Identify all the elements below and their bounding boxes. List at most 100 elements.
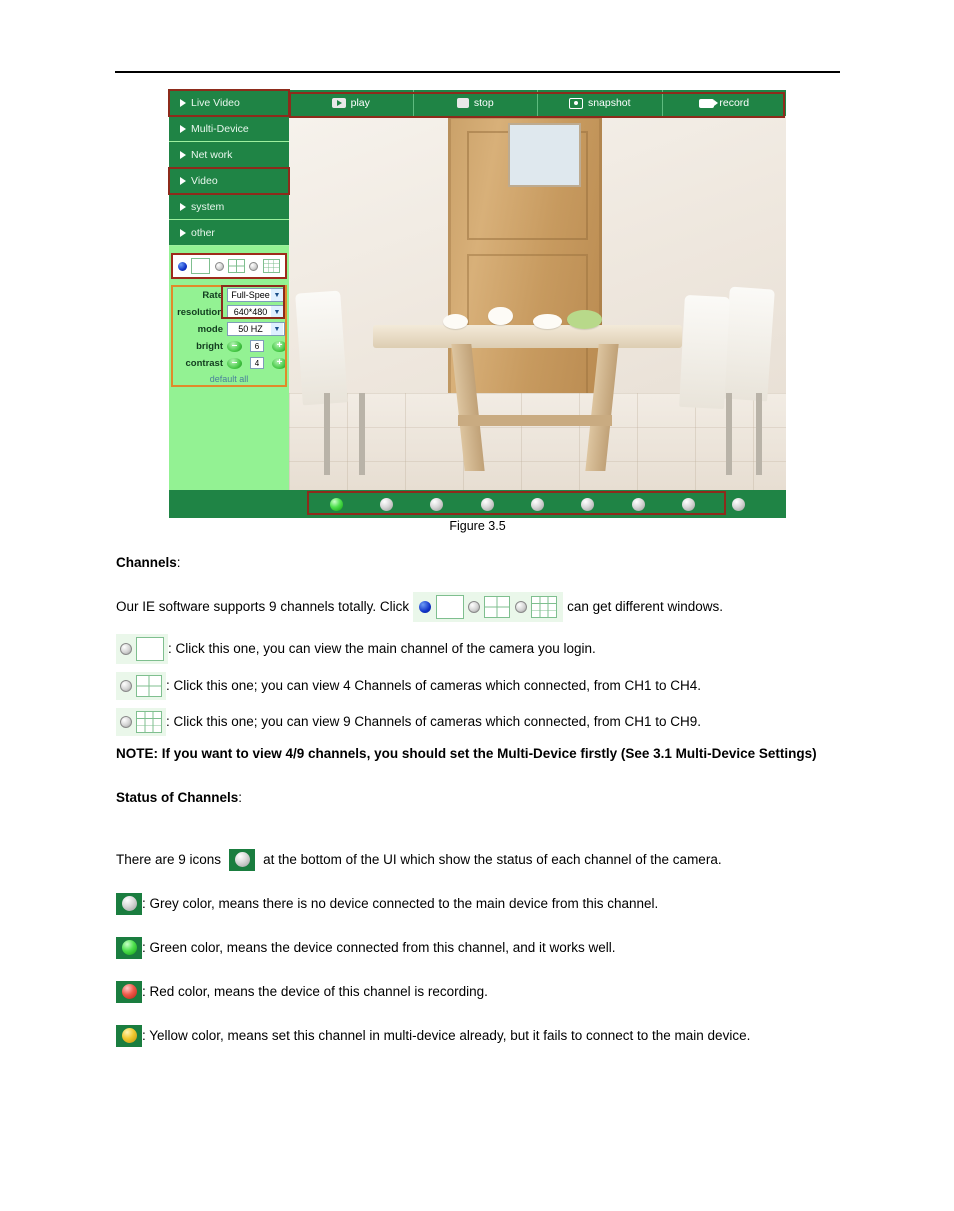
bullet-1-pane: : Click this one, you can view the main … (116, 633, 840, 664)
triangle-icon (180, 176, 186, 185)
layout-4-pane-icon[interactable] (484, 595, 511, 618)
status-intro-after: at the bottom of the UI which show the s… (263, 851, 722, 867)
video-toolbar: play stop snapshot record (289, 90, 787, 118)
bullet-4-pane: : Click this one; you can view 4 Channel… (116, 671, 840, 700)
radio-1-pane-icon[interactable] (120, 642, 132, 655)
live-video-view[interactable] (289, 116, 786, 490)
camera-icon (568, 97, 583, 109)
triangle-icon (180, 98, 186, 107)
radio-1-pane-icon[interactable] (178, 261, 188, 271)
legend-grey-text: : Grey color, means there is no device c… (142, 895, 659, 911)
chevron-down-icon[interactable]: ▼ (271, 306, 283, 318)
sidebar-item-system[interactable]: system (169, 194, 289, 220)
setting-row-contrast: contrast – 4 + (171, 355, 287, 371)
sidebar-item-multi-device[interactable]: Multi-Device (169, 116, 289, 142)
layout-1-pane-icon[interactable] (435, 594, 464, 619)
bullet-1-text: : Click this one, you can view the main … (168, 640, 596, 656)
setting-label: mode (197, 323, 223, 335)
channel-status-led-6[interactable] (581, 497, 595, 511)
heading-status-text: Status of Channels (116, 790, 239, 806)
layout-4-pane-icon[interactable] (228, 259, 246, 273)
sidebar-item-video[interactable]: Video (168, 167, 290, 195)
channel-status-led-1[interactable] (329, 497, 343, 511)
scene-door-window (507, 123, 582, 188)
radio-4-pane-icon[interactable] (214, 261, 224, 271)
channel-status-led-9[interactable] (732, 497, 746, 511)
stop-button[interactable]: stop (414, 90, 538, 116)
mode-value: 50 HZ (238, 324, 263, 334)
sidebar-item-label: Live Video (191, 96, 240, 109)
icon-chip-9-pane[interactable] (116, 707, 166, 736)
channel-status-led-5[interactable] (530, 497, 544, 511)
layout-1-pane-icon[interactable] (136, 636, 164, 661)
sidebar-item-other[interactable]: other (169, 220, 289, 246)
radio-9-pane-icon[interactable] (249, 261, 259, 271)
heading-status-of-channels: Status of Channels: (116, 791, 840, 805)
scene-tableware (443, 314, 468, 330)
radio-9-pane-icon[interactable] (514, 600, 527, 613)
rate-select[interactable]: Full-Spee ▼ (227, 288, 285, 302)
sidebar-item-live-video[interactable]: Live Video (168, 89, 290, 117)
channel-status-led-2[interactable] (379, 497, 393, 511)
channel-status-led-7[interactable] (631, 497, 645, 511)
channel-status-led-3[interactable] (430, 497, 444, 511)
led-chip-grey (116, 892, 142, 915)
chevron-down-icon[interactable]: ▼ (271, 323, 283, 335)
figure-ip-camera-ui: Live Video Multi-Device Net work Video s… (168, 89, 787, 518)
legend-green-text: : Green color, means the device connecte… (142, 939, 616, 955)
layout-9-pane-icon[interactable] (262, 259, 280, 273)
note-text: : If you want to view 4/9 channels, you … (153, 745, 817, 761)
contrast-value[interactable]: 4 (250, 357, 264, 369)
triangle-icon (180, 202, 186, 211)
channel-status-bar (169, 490, 786, 518)
bright-value[interactable]: 6 (250, 340, 264, 352)
sidebar-item-network[interactable]: Net work (169, 142, 289, 168)
bullet-9-pane: : Click this one; you can view 9 Channel… (116, 707, 840, 736)
sidebar: Live Video Multi-Device Net work Video s… (168, 89, 290, 490)
scene-tableware (487, 306, 513, 326)
inline-view-mode-selector[interactable] (413, 591, 564, 622)
setting-row-rate: Rate Full-Spee ▼ (171, 287, 287, 303)
record-button[interactable]: record (663, 90, 787, 116)
sidebar-item-label: Video (191, 174, 218, 187)
led-chip-grey (229, 848, 256, 871)
radio-4-pane-icon[interactable] (120, 679, 132, 692)
layout-9-pane-icon[interactable] (530, 595, 557, 618)
status-led-red-icon (121, 984, 137, 1000)
mode-select[interactable]: 50 HZ ▼ (227, 322, 285, 336)
app-window: Live Video Multi-Device Net work Video s… (168, 89, 787, 518)
channel-status-led-8[interactable] (681, 497, 695, 511)
scene-chair-leg (756, 392, 763, 476)
icon-chip-4-pane[interactable] (116, 671, 166, 700)
sidebar-item-label: Multi-Device (191, 122, 249, 135)
setting-row-mode: mode 50 HZ ▼ (171, 321, 287, 337)
triangle-icon (180, 228, 186, 237)
radio-4-pane-icon[interactable] (467, 600, 480, 613)
contrast-plus-button[interactable]: + (272, 357, 287, 369)
play-button[interactable]: play (289, 90, 414, 116)
layout-4-pane-icon[interactable] (136, 674, 162, 697)
legend-red-text: : Red color, means the device of this ch… (142, 983, 488, 999)
chevron-down-icon[interactable]: ▼ (271, 289, 283, 301)
setting-row-bright: bright – 6 + (171, 338, 287, 354)
radio-1-pane-icon[interactable] (419, 600, 432, 613)
legend-grey: : Grey color, means there is no device c… (116, 892, 840, 915)
radio-9-pane-icon[interactable] (120, 715, 132, 728)
bright-plus-button[interactable]: + (272, 340, 287, 352)
layout-1-pane-icon[interactable] (191, 258, 211, 274)
view-mode-selector[interactable] (171, 253, 287, 279)
snapshot-button[interactable]: snapshot (538, 90, 663, 116)
scene-table (373, 325, 682, 348)
default-all-link[interactable]: default all (171, 372, 287, 384)
channel-status-led-4[interactable] (480, 497, 494, 511)
icon-chip-1-pane[interactable] (116, 633, 168, 664)
intro-paragraph: Our IE software supports 9 channels tota… (116, 591, 840, 622)
bright-minus-button[interactable]: – (227, 340, 242, 352)
scene-chair (678, 294, 730, 409)
note-label: NOTE (116, 745, 154, 761)
resolution-select[interactable]: 640*480 ▼ (227, 305, 285, 319)
layout-9-pane-icon[interactable] (136, 710, 162, 733)
contrast-minus-button[interactable]: – (227, 357, 242, 369)
intro-text-before: Our IE software supports 9 channels tota… (116, 598, 410, 614)
scene-chair (295, 290, 348, 406)
